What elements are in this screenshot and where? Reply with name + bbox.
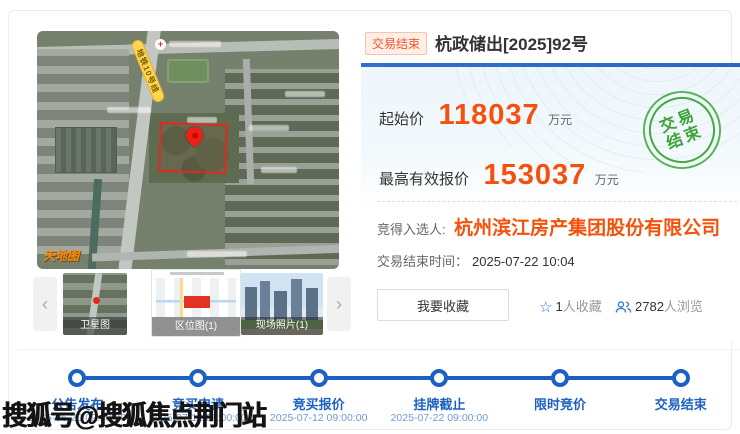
map-label (187, 251, 247, 257)
favorite-count-suffix: 人收藏 (563, 299, 602, 314)
end-time-label: 交易结束时间： (377, 254, 468, 269)
content-card: 地铁10号线 + 天地图 ‹ 卫星图 区位图(1) (8, 10, 732, 430)
timeline-stage-bid: 竞买报价 2025-07-12 09:00:00 (258, 350, 379, 434)
view-count-number: 2782 (635, 299, 664, 314)
winner-row: 竞得入选人: 杭州滨江房产集团股份有限公司 (377, 213, 720, 240)
stage-date: 2025-07-22 09:00:00 (379, 412, 500, 424)
page: 地铁10号线 + 天地图 ‹ 卫星图 区位图(1) (0, 0, 740, 434)
end-time-row: 交易结束时间： 2025-07-22 10:04 (377, 251, 575, 270)
view-count: 2782人浏览 (615, 296, 703, 315)
carousel-next-button[interactable]: › (327, 277, 351, 331)
thumbnail-satellite[interactable]: 卫星图 (63, 273, 127, 335)
mini-map-title (170, 272, 224, 275)
map-label (261, 167, 297, 173)
start-price-unit: 万元 (548, 113, 572, 127)
stage-label: 限时竞价 (500, 394, 621, 413)
chevron-right-icon: › (336, 294, 342, 314)
timeline-dot (189, 369, 207, 387)
chevron-left-icon: ‹ (42, 294, 48, 314)
map-label (107, 107, 151, 113)
thumbnail-carousel: ‹ 卫星图 区位图(1) 现场照片(1) › (33, 271, 351, 341)
star-icon: ☆ (539, 299, 552, 316)
sohu-watermark: 搜狐号@搜狐焦点荆门站 (2, 395, 265, 434)
satellite-map[interactable]: 地铁10号线 + 天地图 (37, 31, 339, 269)
stage-date: 2025-07-12 09:00:00 (258, 412, 379, 424)
map-label (285, 91, 325, 97)
page-title: 杭政储出[2025]92号 (435, 30, 588, 55)
timeline-dot (310, 369, 328, 387)
transaction-info-card: 起始价 118037 万元 最高有效报价 153037 万元 交易 结束 竞得入… (361, 63, 740, 341)
favorite-button[interactable]: 我要收藏 (377, 289, 509, 321)
thumbnail-caption: 区位图(1) (151, 317, 241, 336)
favorite-count[interactable]: ☆1人收藏 (539, 296, 602, 316)
winner-label: 竞得入选人: (377, 222, 446, 237)
thumbnail-caption: 卫星图 (63, 317, 127, 335)
stage-label: 交易结束 (620, 394, 740, 413)
map-provider-logo: 天地图 (43, 247, 79, 264)
dashed-divider (377, 201, 737, 202)
photo-building (260, 281, 270, 321)
carousel-prev-button[interactable]: ‹ (33, 277, 57, 331)
stage-label: 挂牌截止 (379, 394, 500, 413)
highest-bid-unit: 万元 (595, 173, 619, 187)
start-price-row: 起始价 118037 万元 (379, 99, 572, 132)
timeline-dot (430, 369, 448, 387)
highest-bid-label: 最高有效报价 (379, 171, 469, 188)
thumbnail-caption: 现场照片(1) (241, 317, 323, 335)
photo-building (291, 279, 302, 321)
winner-value: 杭州滨江房产集团股份有限公司 (454, 218, 720, 239)
map-label (169, 41, 221, 47)
photo-building (245, 287, 257, 321)
map-block (55, 127, 117, 173)
timeline-dot (672, 369, 690, 387)
highest-bid-value: 153037 (483, 159, 586, 191)
favorite-count-number: 1 (555, 299, 562, 314)
timeline-dot (68, 369, 86, 387)
timeline-stage-closed: 交易结束 (620, 350, 740, 434)
thumbnail-location-map[interactable]: 区位图(1) (151, 269, 241, 337)
timeline-stage-deadline: 挂牌截止 2025-07-22 09:00:00 (379, 350, 500, 434)
thumbnail-site-photo[interactable]: 现场照片(1) (241, 273, 323, 335)
start-price-label: 起始价 (379, 111, 424, 128)
stage-label: 竞买报价 (258, 394, 379, 413)
status-badge: 交易结束 (365, 32, 427, 55)
end-time-value: 2025-07-22 10:04 (472, 254, 575, 269)
map-block (167, 59, 209, 83)
stats-row: 我要收藏 ☆1人收藏 2782人浏览 (377, 289, 737, 323)
timeline-dot (551, 369, 569, 387)
timeline-stage-limited-bidding: 限时竞价 (500, 350, 621, 434)
mini-map-marker (184, 296, 210, 308)
view-count-suffix: 人浏览 (664, 299, 703, 314)
start-price-value: 118037 (438, 99, 539, 131)
card-top-bar (361, 63, 740, 67)
map-label (249, 125, 289, 131)
people-icon (615, 300, 632, 314)
hospital-icon: + (155, 39, 166, 50)
highest-bid-row: 最高有效报价 153037 万元 (379, 159, 619, 192)
